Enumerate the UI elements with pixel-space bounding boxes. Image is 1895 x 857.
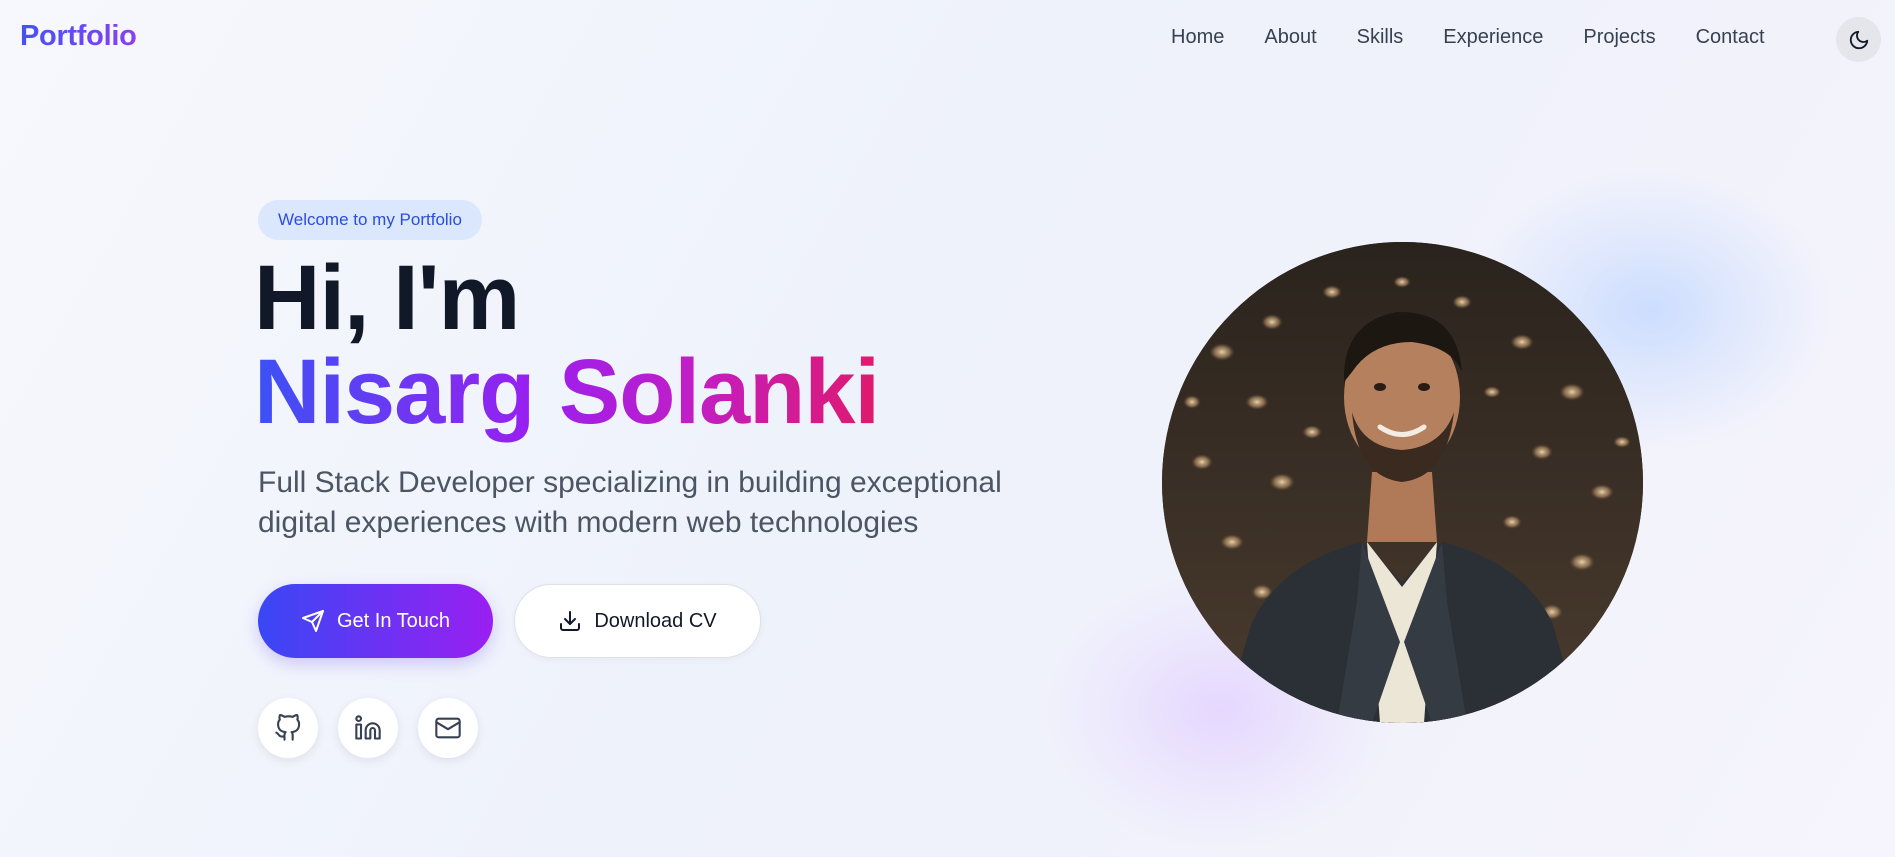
- hero-name: Nisarg Solanki: [254, 341, 880, 443]
- moon-icon: [1848, 29, 1870, 51]
- download-cv-button[interactable]: Download CV: [514, 584, 761, 658]
- get-in-touch-button[interactable]: Get In Touch: [258, 584, 493, 658]
- main-nav: Home About Skills Experience Projects Co…: [1171, 26, 1805, 49]
- send-icon: [301, 609, 325, 633]
- nav-skills[interactable]: Skills: [1357, 26, 1404, 49]
- profile-photo: [1162, 242, 1643, 723]
- download-cv-label: Download CV: [594, 609, 717, 632]
- nav-contact[interactable]: Contact: [1696, 26, 1765, 49]
- linkedin-link[interactable]: [338, 698, 398, 758]
- email-link[interactable]: [418, 698, 478, 758]
- nav-home[interactable]: Home: [1171, 26, 1224, 49]
- github-link[interactable]: [258, 698, 318, 758]
- welcome-badge: Welcome to my Portfolio: [258, 200, 482, 240]
- hero-greeting: Hi, I'm: [254, 247, 520, 349]
- logo[interactable]: Portfolio: [20, 20, 137, 53]
- linkedin-icon: [354, 714, 382, 742]
- nav-experience[interactable]: Experience: [1443, 26, 1543, 49]
- github-icon: [274, 714, 302, 742]
- get-in-touch-label: Get In Touch: [336, 609, 451, 632]
- nav-about[interactable]: About: [1264, 26, 1316, 49]
- theme-toggle-button[interactable]: [1836, 17, 1881, 62]
- mail-icon: [434, 714, 462, 742]
- nav-projects[interactable]: Projects: [1583, 26, 1655, 49]
- hero-tagline: Full Stack Developer specializing in bui…: [258, 466, 1002, 539]
- download-icon: [558, 609, 582, 633]
